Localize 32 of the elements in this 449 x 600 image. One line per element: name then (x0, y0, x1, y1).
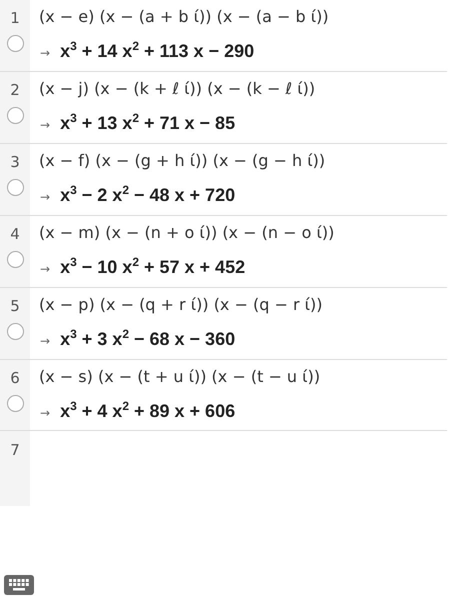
input-expression[interactable]: (x − f) (x − (g + h ί)) (x − (g − h ί)) (39, 151, 447, 170)
row-number: 7 (10, 441, 20, 459)
input-expression[interactable]: (x − m) (x − (n + o ί)) (x − (n − o ί)) (39, 223, 447, 242)
output-expression: x$^{3}$ + 13 x$^{2}$ + 71 x − 85 (60, 111, 236, 134)
row-number: 5 (10, 297, 20, 315)
row-number: 6 (10, 369, 20, 387)
input-expression[interactable]: (x − j) (x − (k + ℓ ί)) (x − (k − ℓ ί)) (39, 79, 447, 98)
output-expression: x$^{3}$ + 4 x$^{2}$ + 89 x + 606 (60, 399, 236, 422)
output-arrow: → (40, 46, 50, 60)
visibility-toggle[interactable] (6, 323, 24, 340)
input-expression[interactable]: (x − s) (x − (t + u ί)) (x − (t − u ί)) (39, 367, 447, 386)
row-number: 4 (10, 225, 20, 243)
visibility-toggle[interactable] (6, 35, 24, 52)
output-arrow: → (40, 262, 50, 276)
keyboard-icon[interactable] (4, 575, 34, 595)
output-expression: x$^{3}$ − 10 x$^{2}$ + 57 x + 452 (60, 255, 246, 278)
input-expression[interactable]: (x − e) (x − (a + b ί)) (x − (a − b ί)) (39, 7, 447, 26)
input-expression[interactable]: (x − p) (x − (q + r ί)) (x − (q − r ί)) (39, 295, 447, 314)
output-expression: x$^{3}$ + 3 x$^{2}$ − 68 x − 360 (60, 327, 236, 350)
output-arrow: → (40, 118, 50, 132)
visibility-toggle[interactable] (6, 395, 24, 412)
output-arrow: → (40, 190, 50, 204)
output-arrow: → (40, 334, 50, 348)
output-arrow: → (40, 406, 50, 420)
row-number: 3 (10, 153, 20, 171)
visibility-toggle[interactable] (6, 251, 24, 268)
row-number: 1 (10, 9, 20, 27)
output-expression: x$^{3}$ + 14 x$^{2}$ + 113 x − 290 (60, 39, 254, 62)
row-number: 2 (10, 81, 20, 99)
visibility-toggle[interactable] (6, 107, 24, 124)
visibility-toggle[interactable] (6, 179, 24, 196)
output-expression: x$^{3}$ − 2 x$^{2}$ − 48 x + 720 (60, 183, 236, 206)
